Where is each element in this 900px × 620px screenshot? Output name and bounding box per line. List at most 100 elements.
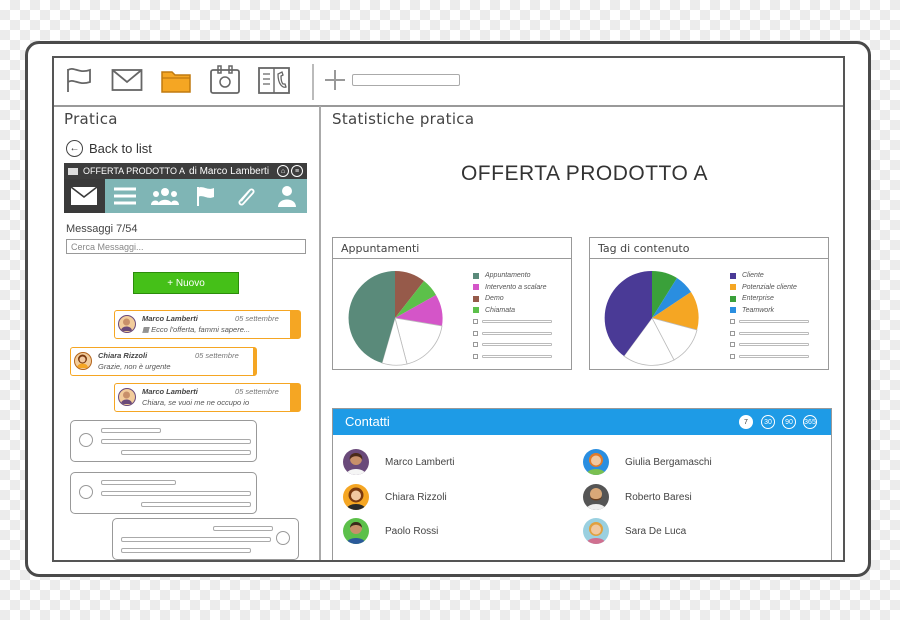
legend-label: Enterprise [742, 295, 774, 303]
filter-90-days[interactable]: 90 [782, 415, 796, 429]
placeholder-message [70, 472, 257, 514]
contact-item[interactable]: Paolo Rossi [343, 518, 438, 544]
mail-icon[interactable] [110, 64, 144, 96]
contact-name: Chiara Rizzoli [385, 491, 447, 503]
back-to-list-link[interactable]: ← Back to list [66, 140, 152, 157]
contact-item[interactable]: Marco Lamberti [343, 449, 454, 475]
message-text: Chiara, se vuoi me ne occupo io [142, 398, 250, 407]
flag-icon[interactable] [62, 64, 96, 96]
placeholder-message [70, 420, 257, 462]
contact-item[interactable]: Giulia Bergamaschi [583, 449, 712, 475]
legend-swatch [473, 272, 479, 279]
legend-label: Teamwork [742, 306, 775, 314]
offer-title: OFFERTA PRODOTTO A [460, 162, 709, 185]
message-flag [253, 348, 256, 375]
legend-item: Teamwork [730, 305, 809, 317]
avatar [583, 484, 609, 510]
avatar [583, 518, 609, 544]
left-pane: Pratica ← Back to list OFFERTA PRODOTTO … [54, 106, 321, 560]
message-date: 05 settembre [195, 351, 239, 360]
legend-swatch [473, 295, 479, 302]
placeholder-box [473, 319, 478, 325]
placeholder-box [473, 330, 478, 336]
offer-header-author: di Marco Lamberti [189, 165, 270, 177]
legend-label: Appuntamento [485, 272, 531, 280]
legend-item: Appuntamento [473, 270, 552, 282]
placeholder-line [121, 548, 251, 553]
contact-item[interactable]: Roberto Baresi [583, 484, 692, 510]
tab-list[interactable] [105, 179, 146, 213]
legend-item: Chiamata [473, 305, 552, 317]
message-author: Marco Lamberti [142, 314, 198, 323]
toolbar-search-field[interactable] [352, 74, 460, 86]
legend-item: Potenziale cliente [730, 282, 809, 294]
offer-header: OFFERTA PRODOTTO A di Marco Lamberti ⌂ ≡ [64, 163, 307, 179]
placeholder-line [482, 354, 552, 358]
tab-attachments[interactable] [226, 179, 267, 213]
placeholder-line [101, 491, 251, 496]
tab-messages[interactable] [64, 179, 105, 213]
legend-swatch [473, 284, 479, 291]
avatar [343, 449, 369, 475]
card-divider [590, 258, 828, 259]
message-author: Marco Lamberti [142, 387, 198, 396]
legend-label: Cliente [742, 272, 764, 280]
tab-flags[interactable] [186, 179, 227, 213]
placeholder-line [101, 480, 176, 485]
legend-placeholder [730, 328, 809, 340]
contacts-title: Contatti [345, 414, 390, 429]
plus-icon[interactable] [318, 64, 352, 96]
filter-365-days[interactable]: 365 [803, 415, 817, 429]
left-pane-title: Pratica [64, 110, 118, 128]
avatar [74, 352, 92, 370]
folder-icon [68, 167, 78, 175]
placeholder-line [739, 354, 809, 358]
contact-name: Roberto Baresi [625, 491, 692, 503]
message-item[interactable]: Chiara Rizzoli 05 settembre Grazie, non … [70, 347, 257, 376]
back-to-list-label: Back to list [89, 141, 152, 156]
contacts-panel: Contatti 7 30 90 365 Marco Lamberti Giul… [332, 408, 832, 560]
contact-item[interactable]: Sara De Luca [583, 518, 686, 544]
legend-item: Intervento a scalare [473, 282, 552, 294]
contact-name: Sara De Luca [625, 525, 687, 537]
appointments-card: Appuntamenti Appuntamento Intervento a s… [332, 237, 572, 370]
new-message-button[interactable]: + Nuovo [133, 272, 239, 294]
tab-users[interactable] [145, 179, 186, 213]
placeholder-box [473, 353, 478, 359]
placeholder-line [739, 320, 809, 324]
message-item[interactable]: Marco Lamberti 05 settembre ▦ Ecco l'off… [114, 310, 301, 339]
placeholder-line [141, 502, 251, 507]
filter-7-days[interactable]: 7 [739, 415, 753, 429]
calendar-icon[interactable] [208, 64, 242, 96]
legend-label: Intervento a scalare [485, 283, 547, 291]
app-window: Pratica ← Back to list OFFERTA PRODOTTO … [52, 56, 845, 562]
phone-book-icon[interactable] [257, 64, 291, 96]
tab-owner[interactable] [267, 179, 308, 213]
menu-icon[interactable]: ≡ [291, 165, 303, 177]
placeholder-line [121, 537, 271, 542]
legend-swatch [730, 307, 736, 314]
placeholder-line [213, 526, 273, 531]
message-search-input[interactable]: Cerca Messaggi... [66, 239, 306, 254]
message-date: 05 settembre [235, 314, 279, 323]
home-icon[interactable]: ⌂ [277, 165, 289, 177]
legend-placeholder [473, 316, 552, 328]
legend-placeholder [730, 351, 809, 363]
appointments-legend: Appuntamento Intervento a scalare Demo C… [473, 270, 552, 362]
tags-legend: Cliente Potenziale cliente Enterprise Te… [730, 270, 809, 362]
card-divider [333, 258, 571, 259]
legend-swatch [730, 295, 736, 302]
message-text: ▦ Ecco l'offerta, fammi sapere... [142, 325, 250, 334]
message-date: 05 settembre [235, 387, 279, 396]
filter-30-days[interactable]: 30 [761, 415, 775, 429]
message-item[interactable]: Marco Lamberti 05 settembre Chiara, se v… [114, 383, 301, 412]
contacts-header: Contatti 7 30 90 365 [333, 409, 831, 435]
message-flag [290, 384, 300, 411]
folder-icon[interactable] [159, 64, 193, 96]
message-count: Messaggi 7/54 [66, 223, 138, 235]
legend-label: Chiamata [485, 306, 515, 314]
legend-item: Demo [473, 293, 552, 305]
contact-item[interactable]: Chiara Rizzoli [343, 484, 447, 510]
placeholder-box [730, 353, 735, 359]
arrow-left-icon: ← [66, 140, 83, 157]
